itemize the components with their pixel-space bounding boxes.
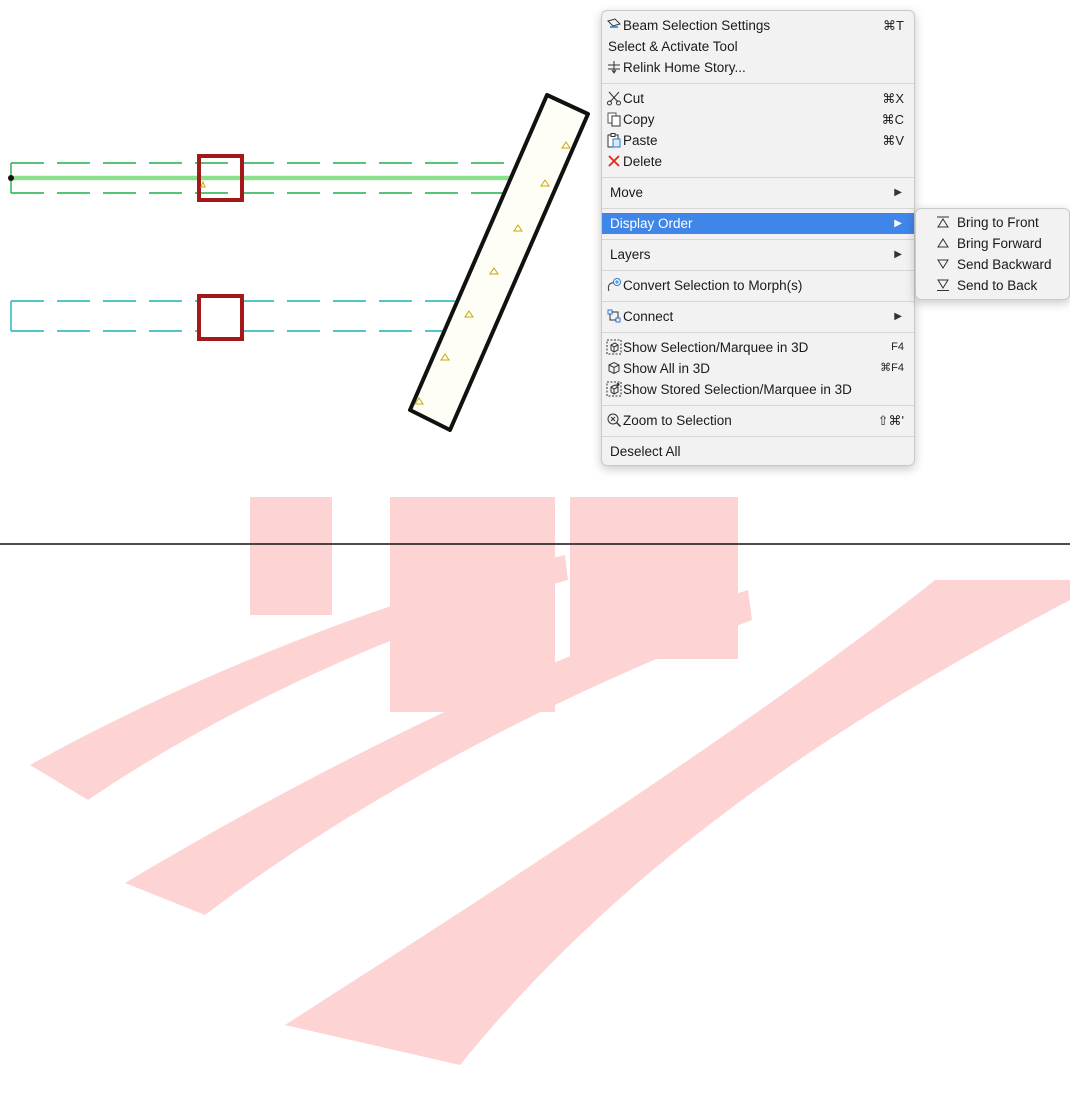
menu-item-label: Zoom to Selection	[623, 413, 732, 428]
menu-item-delete[interactable]: Delete	[602, 151, 914, 172]
shortcut-label: ⌘C	[881, 112, 904, 127]
menu-separator	[602, 177, 914, 178]
relink-story-icon	[606, 59, 622, 75]
scissors-icon	[606, 90, 622, 106]
delete-x-icon	[606, 153, 622, 169]
menu-item-cut[interactable]: Cut ⌘X	[602, 88, 914, 109]
menu-separator	[602, 436, 914, 437]
menu-item-label: Show Stored Selection/Marquee in 3D	[623, 382, 852, 397]
paste-icon	[606, 132, 622, 148]
menu-item-beam-selection-settings[interactable]: Beam Selection Settings ⌘T	[602, 15, 914, 36]
submenu-item-label: Send to Back	[957, 278, 1038, 293]
display-order-submenu: Bring to Front Bring Forward Send Backwa…	[915, 208, 1070, 300]
shortcut-label: ⌘T	[883, 18, 904, 33]
menu-separator	[602, 270, 914, 271]
menu-item-label: Move	[610, 185, 644, 200]
shortcut-label: ⌘X	[882, 91, 904, 106]
menu-item-label: Show Selection/Marquee in 3D	[623, 340, 809, 355]
beam-settings-icon	[606, 17, 622, 33]
menu-item-move[interactable]: Move ▶	[602, 182, 914, 203]
menu-item-display-order[interactable]: Display Order ▶	[602, 213, 914, 234]
menu-item-label: Copy	[623, 112, 655, 127]
send-backward-icon	[936, 257, 950, 271]
submenu-arrow-icon: ▶	[894, 187, 902, 198]
menu-separator	[602, 301, 914, 302]
send-to-back-icon	[936, 278, 950, 292]
shortcut-label: ⌘V	[882, 133, 904, 148]
submenu-item-label: Bring Forward	[957, 236, 1042, 251]
menu-item-zoom-to-selection[interactable]: Zoom to Selection ⇧⌘'	[602, 410, 914, 431]
submenu-arrow-icon: ▶	[894, 311, 902, 322]
menu-item-label: Deselect All	[610, 444, 681, 459]
shortcut-label: F4	[891, 341, 904, 353]
menu-item-paste[interactable]: Paste ⌘V	[602, 130, 914, 151]
menu-separator	[602, 239, 914, 240]
menu-separator	[602, 208, 914, 209]
submenu-arrow-icon: ▶	[894, 218, 902, 229]
submenu-item-label: Send Backward	[957, 257, 1052, 272]
submenu-item-bring-forward[interactable]: Bring Forward	[916, 233, 1069, 254]
menu-item-label: Cut	[623, 91, 645, 106]
column-upper[interactable]	[197, 154, 244, 202]
menu-item-label: Connect	[623, 309, 674, 324]
shortcut-label: ⇧⌘'	[877, 413, 904, 428]
cube-icon	[606, 360, 622, 376]
menu-separator	[602, 83, 914, 84]
menu-item-relink-home-story[interactable]: Relink Home Story...	[602, 57, 914, 78]
menu-item-deselect-all[interactable]: Deselect All	[602, 441, 914, 462]
diagonal-element[interactable]	[408, 93, 590, 432]
cube-marquee-icon	[606, 339, 622, 355]
menu-item-label: Select & Activate Tool	[608, 39, 738, 54]
menu-item-label: Relink Home Story...	[623, 60, 746, 75]
menu-item-convert-to-morph[interactable]: Convert Selection to Morph(s)	[602, 275, 914, 296]
bring-forward-icon	[936, 236, 950, 250]
watermark-logo	[30, 497, 1070, 1065]
menu-separator	[602, 332, 914, 333]
menu-item-show-stored-selection-3d[interactable]: Show Stored Selection/Marquee in 3D	[602, 379, 914, 400]
menu-item-select-activate-tool[interactable]: Select & Activate Tool	[602, 36, 914, 57]
submenu-arrow-icon: ▶	[894, 249, 902, 260]
menu-item-label: Convert Selection to Morph(s)	[623, 278, 803, 293]
submenu-item-label: Bring to Front	[957, 215, 1039, 230]
menu-item-show-selection-3d[interactable]: Show Selection/Marquee in 3D F4	[602, 337, 914, 358]
zoom-selection-icon	[606, 412, 622, 428]
copy-icon	[606, 111, 622, 127]
context-menu: Beam Selection Settings ⌘T Select & Acti…	[601, 10, 915, 466]
menu-item-copy[interactable]: Copy ⌘C	[602, 109, 914, 130]
menu-item-label: Display Order	[610, 216, 693, 231]
cube-stored-icon	[606, 381, 622, 397]
menu-item-show-all-3d[interactable]: Show All in 3D ⌘F4	[602, 358, 914, 379]
column-lower[interactable]	[197, 294, 244, 341]
menu-item-connect[interactable]: Connect ▶	[602, 306, 914, 327]
morph-icon	[606, 277, 622, 293]
menu-item-label: Delete	[623, 154, 663, 169]
submenu-item-bring-to-front[interactable]: Bring to Front	[916, 212, 1069, 233]
menu-item-label: Layers	[610, 247, 651, 262]
selected-beam[interactable]	[8, 162, 539, 194]
menu-separator	[602, 405, 914, 406]
menu-item-label: Show All in 3D	[623, 361, 711, 376]
bring-to-front-icon	[936, 215, 950, 229]
menu-item-label: Beam Selection Settings	[623, 18, 771, 33]
connect-icon	[606, 308, 622, 324]
submenu-item-send-to-back[interactable]: Send to Back	[916, 275, 1069, 296]
shortcut-label: ⌘F4	[880, 362, 904, 374]
menu-item-label: Paste	[623, 133, 658, 148]
submenu-item-send-backward[interactable]: Send Backward	[916, 254, 1069, 275]
menu-item-layers[interactable]: Layers ▶	[602, 244, 914, 265]
